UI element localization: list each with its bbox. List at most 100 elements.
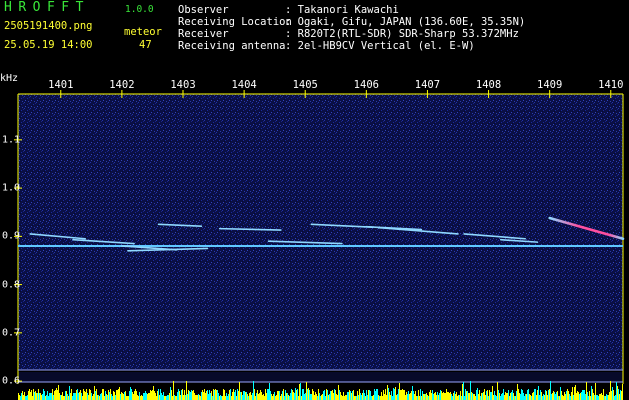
spectrum-column	[140, 396, 141, 400]
spectrum-column	[254, 389, 255, 400]
spectrum-column	[199, 395, 200, 400]
spectrum-column	[42, 394, 43, 400]
spectrum-column	[356, 396, 357, 400]
spectrum-column	[111, 394, 112, 400]
spectrum-column	[25, 396, 26, 400]
spectrum-column	[214, 390, 215, 400]
spectrum-column	[67, 394, 68, 400]
spectrum-column	[95, 391, 96, 400]
spectrum-column	[358, 395, 359, 400]
spectrum-column	[480, 396, 481, 400]
spectrum-column	[407, 394, 408, 400]
spectrum-column	[386, 395, 387, 400]
spectrum-column	[368, 390, 369, 400]
spectrum-column	[272, 396, 273, 400]
spectrum-column	[171, 390, 172, 400]
spectrum-column	[438, 395, 439, 400]
spectrum-column	[162, 395, 163, 400]
spectrum-column	[186, 381, 187, 400]
spectrum-column	[235, 390, 236, 400]
spectrum-column	[81, 393, 82, 400]
spectrum-column	[55, 390, 56, 400]
spectrum-column	[541, 392, 542, 400]
spectrum-column	[32, 396, 33, 400]
spectrum-column	[513, 393, 514, 400]
spectrum-column	[63, 396, 64, 400]
spectrum-column	[54, 391, 55, 400]
spectrum-column	[397, 394, 398, 400]
spectrum-column	[586, 382, 587, 400]
spectrum-column	[225, 396, 226, 400]
spectrum-column	[222, 396, 223, 400]
spectrum-column	[423, 394, 424, 400]
spectrum-column	[575, 385, 576, 400]
spectrum-column	[76, 390, 77, 400]
spectrum-column	[409, 394, 410, 400]
spectrum-column	[602, 395, 603, 400]
spectrum-column	[146, 393, 147, 400]
spectrum-column	[98, 395, 99, 400]
spectrum-column	[107, 395, 108, 400]
spectrum-column	[248, 396, 249, 400]
spectrum-column	[530, 395, 531, 400]
spectrum-column	[562, 395, 563, 400]
spectrum-column	[349, 390, 350, 400]
spectrum-column	[229, 390, 230, 400]
y-tick-label: 0.6	[2, 375, 21, 387]
spectrum-column	[494, 391, 495, 400]
spectrum-column	[377, 389, 378, 400]
spectrum-column	[327, 390, 328, 400]
spectrum-column	[487, 390, 488, 400]
spectrum-column	[86, 389, 87, 400]
spectrum-column	[504, 395, 505, 400]
spectrum-column	[523, 393, 524, 400]
spectrum-column	[38, 389, 39, 400]
spectrum-column	[181, 390, 182, 400]
spectrum-column	[550, 381, 551, 400]
spectrum-column	[446, 389, 447, 400]
spectrum-column	[31, 390, 32, 400]
spectrum-column	[406, 392, 407, 400]
spectrum-column	[596, 395, 597, 400]
spectrum-column	[221, 396, 222, 400]
spectrum-column	[367, 395, 368, 400]
timestamp: 25.05.19 14:00	[4, 39, 93, 51]
spectrum-column	[242, 395, 243, 400]
spectrum-column	[608, 395, 609, 400]
spectrum-column	[87, 393, 88, 400]
spectrum-column	[321, 395, 322, 400]
spectrum-column	[65, 391, 66, 400]
spectrum-column	[563, 396, 564, 400]
spectrum-column	[495, 395, 496, 400]
spectrogram-background	[18, 94, 623, 370]
spectrum-column	[251, 395, 252, 400]
spectrum-column	[158, 389, 159, 400]
spectrum-column	[352, 391, 353, 400]
spectrum-column	[277, 391, 278, 400]
spectrum-column	[309, 390, 310, 400]
spectrum-column	[142, 396, 143, 400]
x-tick-label: 1405	[292, 79, 318, 91]
spectrum-column	[607, 395, 608, 400]
spectrum-column	[125, 391, 126, 400]
spectrum-column	[331, 391, 332, 400]
spectrum-column	[183, 395, 184, 400]
spectrum-column	[507, 393, 508, 400]
spectrum-column	[276, 395, 277, 400]
spectrum-column	[322, 394, 323, 400]
spectrum-column	[29, 389, 30, 400]
spectrum-column	[440, 390, 441, 400]
spectrum-column	[345, 395, 346, 400]
spectrum-column	[103, 389, 104, 400]
app-version: 1.0.0	[125, 4, 154, 15]
spectrum-column	[96, 389, 97, 400]
spectrum-column	[588, 396, 589, 400]
spectrum-column	[315, 392, 316, 400]
spectrum-column	[99, 396, 100, 400]
spectrum-column	[431, 393, 432, 400]
spectrum-column	[581, 392, 582, 400]
spectrum-column	[518, 389, 519, 400]
spectrum-column	[118, 389, 119, 400]
spectrum-column	[557, 391, 558, 400]
spectrum-column	[194, 393, 195, 400]
